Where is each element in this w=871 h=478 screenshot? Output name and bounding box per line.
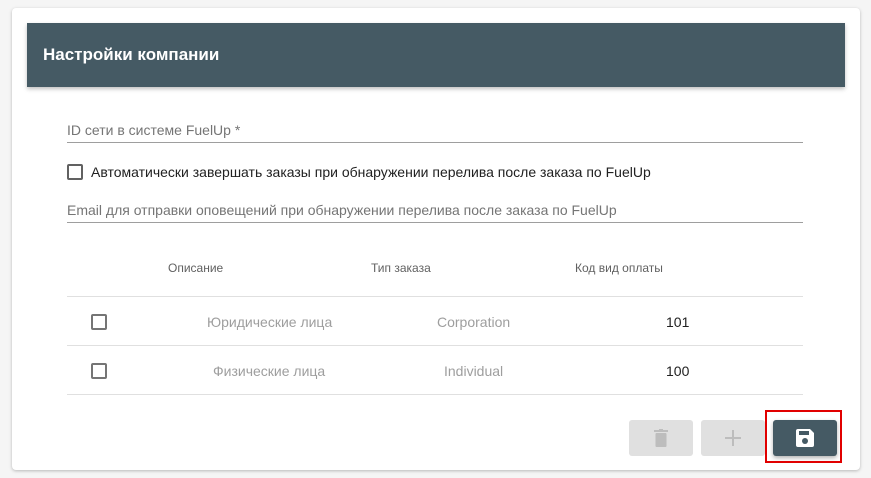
row-description: Физические лица (213, 363, 326, 379)
row-description: Юридические лица (207, 314, 333, 330)
page-title: Настройки компании (43, 45, 220, 64)
auto-complete-label: Автоматически завершать заказы при обнар… (91, 164, 651, 180)
column-header-description: Описание (168, 261, 224, 275)
delete-button[interactable] (629, 420, 693, 456)
column-header-payment-code: Код вид оплаты (575, 261, 663, 275)
email-placeholder: Email для отправки оповещений при обнару… (67, 202, 617, 218)
row-checkbox[interactable] (91, 363, 107, 379)
table-divider (67, 296, 803, 297)
table-divider (67, 345, 803, 346)
row-payment-code: 101 (666, 314, 690, 330)
table-divider (67, 394, 803, 395)
network-id-field[interactable]: ID сети в системе FuelUp * (67, 118, 803, 143)
row-payment-code: 100 (666, 363, 690, 379)
save-button-highlight (765, 410, 842, 463)
auto-complete-checkbox[interactable] (67, 163, 83, 180)
network-id-placeholder: ID сети в системе FuelUp * (67, 122, 241, 138)
plus-icon (725, 430, 741, 446)
email-field[interactable]: Email для отправки оповещений при обнару… (67, 198, 803, 223)
row-order-type: Corporation (437, 314, 511, 330)
row-order-type: Individual (444, 363, 504, 379)
page-header: Настройки компании (27, 23, 845, 87)
auto-complete-option[interactable]: Автоматически завершать заказы при обнар… (67, 163, 651, 181)
row-checkbox[interactable] (91, 314, 107, 330)
add-button[interactable] (701, 420, 765, 456)
column-header-order-type: Тип заказа (371, 261, 431, 275)
trash-icon (654, 429, 668, 447)
